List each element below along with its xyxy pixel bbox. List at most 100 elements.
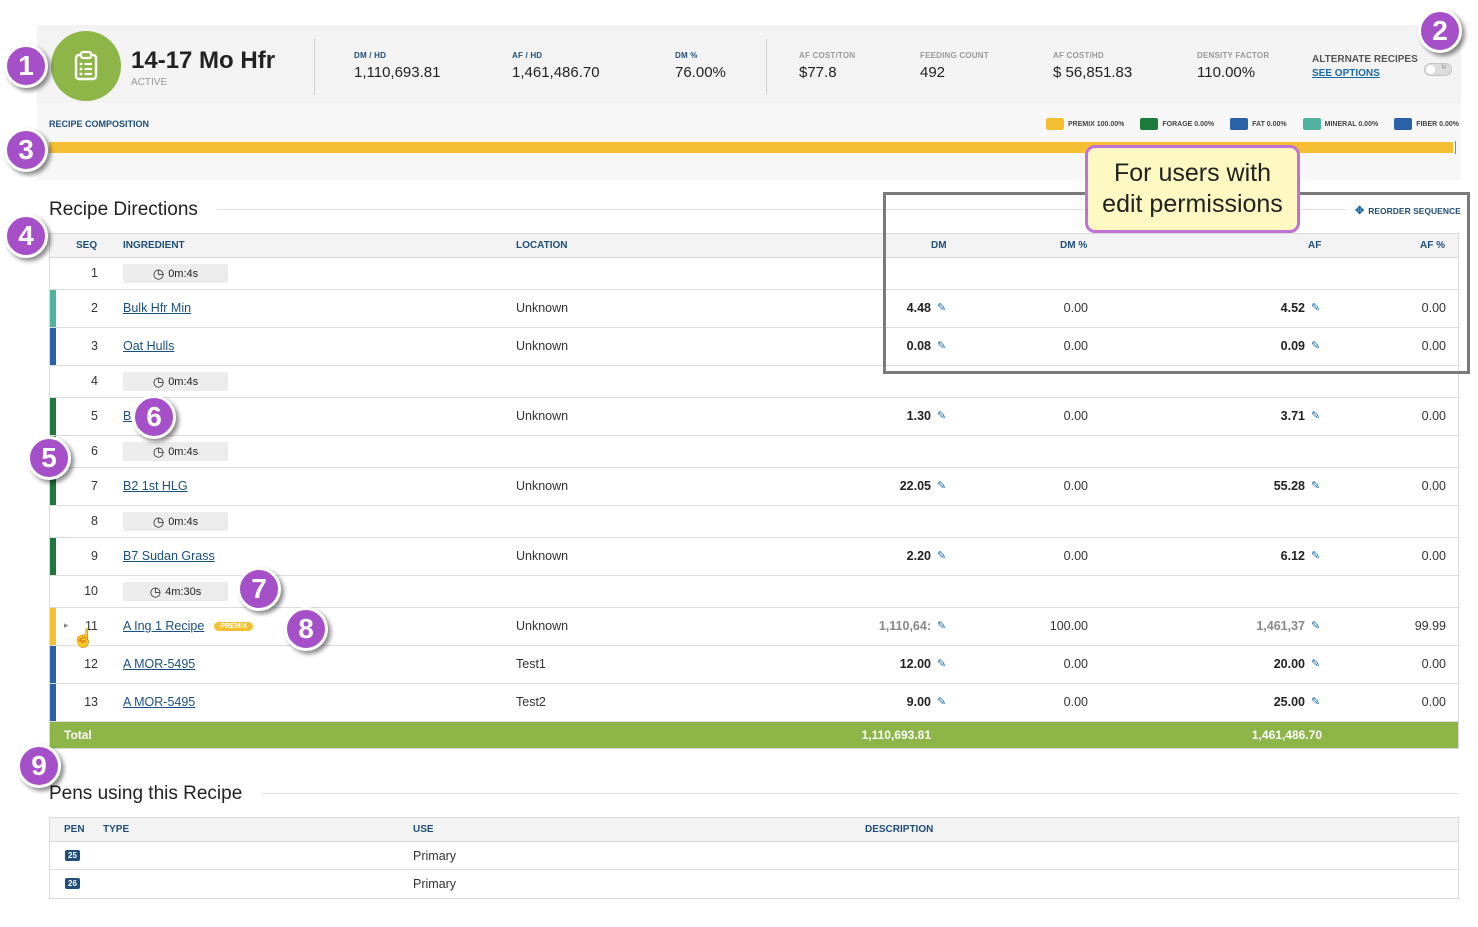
note-line: For users with [1114, 159, 1271, 187]
divider [314, 39, 315, 95]
table-row: 13 A MOR-5495 Test2 9.00 ✎ 0.00 25.00 ✎ … [50, 684, 1458, 722]
stat-feeding-count: FEEDING COUNT 492 [920, 51, 989, 81]
col-location: LOCATION [516, 240, 568, 251]
note-line: edit permissions [1102, 190, 1283, 218]
swatch [1045, 118, 1064, 130]
pen-badge[interactable]: 25 [65, 850, 80, 861]
total-row: Total 1,110,693.81 1,461,486.70 [50, 722, 1458, 748]
recipe-directions-title: Recipe Directions [49, 199, 198, 220]
pens-title: Pens using this Recipe [49, 783, 243, 804]
af-percent-cell: 0.00 [1421, 695, 1446, 709]
timer-value: 0m:4s [168, 445, 199, 458]
clock-icon: ◷ [152, 373, 165, 389]
mix-timer[interactable]: ◷ 0m:4s [123, 264, 228, 283]
legend-fiber: FIBER 0.00% [1394, 118, 1459, 130]
callout-number: 5 [27, 436, 71, 480]
mix-timer[interactable]: ◷ 0m:4s [123, 372, 228, 391]
section-rule [262, 793, 1459, 794]
composition-title: RECIPE COMPOSITION [49, 119, 150, 129]
stat-label: AF COST/HD [1053, 51, 1104, 60]
timer-value: 0m:4s [168, 515, 199, 528]
stat-label: FEEDING COUNT [920, 51, 989, 60]
pens-table: PEN TYPE USE DESCRIPTION 25 Primary 26 P… [49, 817, 1459, 899]
stat-value: $77.8 [799, 64, 837, 81]
recipe-header: 14-17 Mo Hfr ACTIVE DM / HD 1,110,693.81… [37, 25, 1461, 103]
legend-label: MINERAL 0.00% [1324, 120, 1379, 128]
stat-density-factor: DENSITY FACTOR 110.00% [1197, 51, 1269, 81]
stat-af-cost-ton: AF COST/TON $77.8 [799, 51, 855, 81]
table-row: 26 Primary [50, 870, 1458, 898]
table-row: 8 ◷ 0m:4s [50, 506, 1458, 538]
use-cell: Primary [413, 849, 457, 863]
af-percent-cell: 0.00 [1421, 409, 1446, 423]
timer-value: 0m:4s [168, 267, 199, 280]
clipboard-icon [74, 50, 98, 81]
composition-legend: PREMIX 100.00% FORAGE 0.00% FAT 0.00% MI… [1045, 118, 1459, 130]
pen-badge[interactable]: 26 [65, 878, 80, 889]
stat-value: 492 [920, 64, 946, 81]
mix-timer[interactable]: ◷ 0m:4s [123, 442, 228, 461]
af-percent-cell: 0.00 [1421, 549, 1446, 563]
af-percent-cell: 0.00 [1421, 479, 1446, 493]
col-use: USE [413, 824, 434, 835]
stat-value: $ 56,851.83 [1053, 64, 1133, 81]
callout-number: 2 [1418, 9, 1462, 53]
legend-premix: PREMIX 100.00% [1045, 118, 1124, 130]
table-row: 7 B2 1st HLG Unknown 22.05 ✎ 0.00 55.28 … [50, 468, 1458, 506]
seq-cell: 1 [91, 266, 98, 280]
clock-icon: ◷ [152, 443, 165, 459]
legend-label: FAT 0.00% [1252, 120, 1287, 128]
legend-forage: FORAGE 0.00% [1140, 118, 1214, 130]
use-cell: Primary [413, 877, 457, 891]
stat-value: 1,461,486.70 [512, 64, 600, 81]
mix-timer[interactable]: ◷ 4m:30s [123, 582, 228, 601]
divider [766, 39, 767, 95]
timer-value: 4m:30s [165, 585, 202, 598]
table-header: PEN TYPE USE DESCRIPTION [50, 818, 1458, 842]
stat-label: DM % [675, 51, 698, 60]
col-seq: SEQ [76, 240, 98, 251]
stat-value: 76.00% [675, 64, 726, 81]
mix-timer[interactable]: ◷ 0m:4s [123, 512, 228, 531]
toggle-state-text: N [1441, 65, 1446, 71]
see-options-link[interactable]: SEE OPTIONS [1312, 68, 1418, 79]
table-row: 6 ◷ 0m:4s [50, 436, 1458, 468]
callout-number: 6 [132, 395, 176, 439]
stat-label: AF COST/TON [799, 51, 856, 60]
table-row: 12 A MOR-5495 Test1 12.00 ✎ 0.00 20.00 ✎… [50, 646, 1458, 684]
seq-cell: 8 [91, 514, 98, 528]
table-row: 5 B( Unknown 1.30 ✎ 0.00 3.71 ✎ 0.00 [50, 398, 1458, 436]
seq-cell: 10 [84, 584, 98, 598]
alternate-recipes-toggle[interactable]: N [1424, 63, 1452, 76]
hand-cursor-icon: ☝ [72, 628, 95, 648]
swatch [1302, 118, 1321, 130]
composition-bar-end [1455, 141, 1456, 154]
total-af: 1,461,486.70 [1251, 728, 1322, 742]
swatch [1140, 118, 1159, 130]
col-type: TYPE [103, 824, 130, 835]
clock-icon: ◷ [152, 265, 165, 281]
af-percent-cell: 99.99 [1414, 619, 1446, 633]
swatch [1230, 118, 1249, 130]
stat-label: AF / HD [512, 51, 543, 60]
stat-label: DM / HD [354, 51, 387, 60]
legend-label: FIBER 0.00% [1416, 120, 1459, 128]
stat-af-per-head: AF / HD 1,461,486.70 [512, 51, 600, 81]
col-ingredient: INGREDIENT [123, 240, 185, 251]
legend-label: FORAGE 0.00% [1162, 120, 1215, 128]
alternate-recipes: ALTERNATE RECIPES SEE OPTIONS [1312, 54, 1418, 79]
table-row: ▸ 11 A Ing 1 Recipe PREMIX Unknown 1,110,… [50, 608, 1458, 646]
callout-number: 4 [4, 214, 48, 258]
alternate-recipes-label: ALTERNATE RECIPES [1312, 54, 1418, 65]
clock-icon: ◷ [152, 513, 165, 529]
swatch [1394, 118, 1413, 130]
callout-number: 9 [17, 744, 61, 788]
af-percent-cell: 0.00 [1421, 657, 1446, 671]
callout-number: 1 [4, 44, 48, 88]
legend-mineral: MINERAL 0.00% [1302, 118, 1379, 130]
stat-value: 1,110,693.81 [354, 64, 441, 81]
col-description: DESCRIPTION [865, 824, 934, 835]
table-row: 25 Primary [50, 842, 1458, 870]
recipe-avatar [51, 31, 121, 101]
callout-number: 3 [4, 128, 48, 172]
